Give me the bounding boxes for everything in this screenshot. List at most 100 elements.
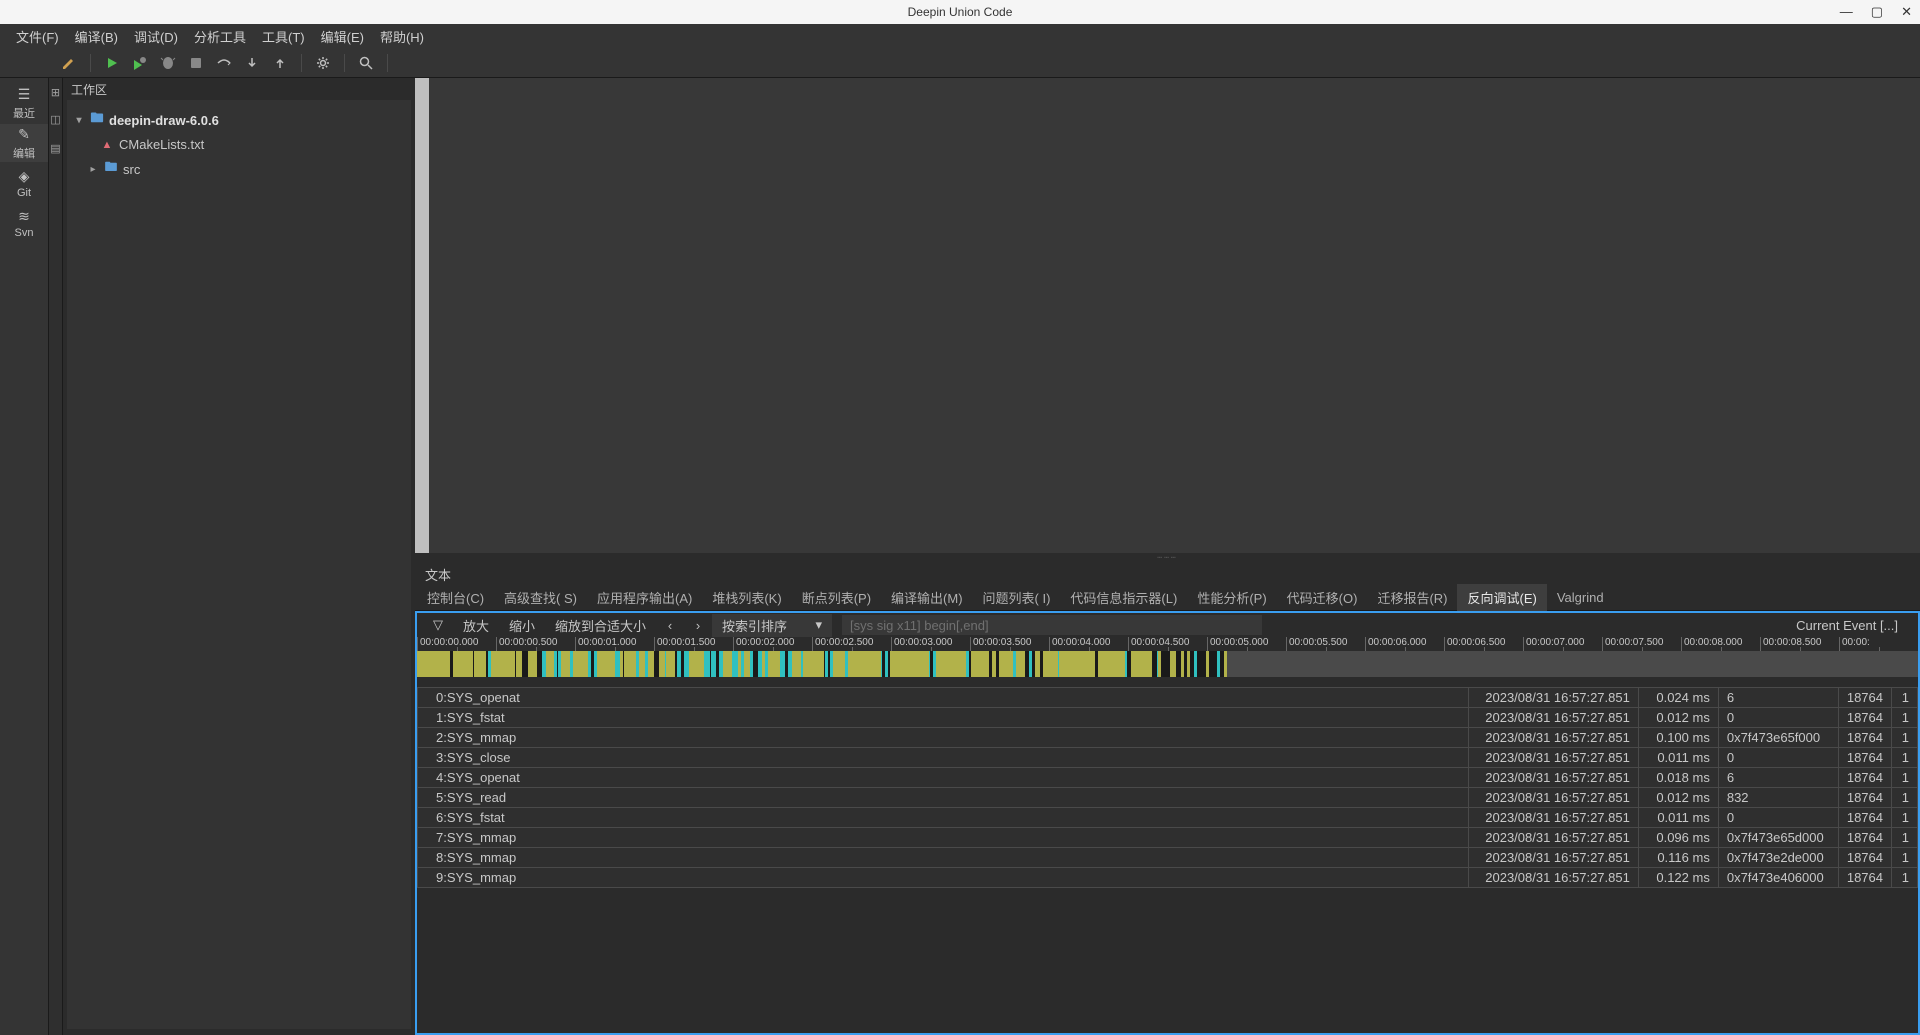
timeline-segment[interactable] — [1197, 651, 1206, 677]
minimize-icon[interactable]: — — [1840, 4, 1853, 20]
table-row[interactable]: 4:SYS_openat 2023/08/31 16:57:27.851 0.0… — [418, 768, 1918, 788]
sidebar2-item[interactable]: ⊞ — [49, 88, 62, 97]
timeline-segment[interactable] — [1098, 651, 1125, 677]
table-row[interactable]: 0:SYS_openat 2023/08/31 16:57:27.851 0.0… — [418, 688, 1918, 708]
timeline-segment[interactable] — [417, 651, 450, 677]
stop-icon[interactable] — [185, 52, 207, 74]
table-row[interactable]: 2:SYS_mmap 2023/08/31 16:57:27.851 0.100… — [418, 728, 1918, 748]
bottom-tab[interactable]: 堆栈列表(K) — [702, 584, 791, 611]
timeline-segment[interactable] — [474, 651, 486, 677]
zoom-in[interactable]: 放大 — [453, 613, 499, 638]
menu-item[interactable]: 编译(B) — [67, 24, 126, 49]
table-row[interactable]: 7:SYS_mmap 2023/08/31 16:57:27.851 0.096… — [418, 828, 1918, 848]
sidebar2-item[interactable]: ◫ — [49, 113, 62, 126]
table-row[interactable]: 6:SYS_fstat 2023/08/31 16:57:27.851 0.01… — [418, 808, 1918, 828]
filter-icon[interactable]: ▽ — [423, 614, 453, 636]
timeline-segment[interactable] — [1131, 651, 1152, 677]
activity-item[interactable]: ≋Svn — [0, 204, 48, 242]
timeline-track[interactable] — [417, 651, 1918, 677]
timeline-ruler[interactable]: 00:00:00.00000:00:00.50000:00:01.00000:0… — [417, 637, 1918, 651]
timeline-segment[interactable] — [1059, 651, 1095, 677]
bottom-tab[interactable]: 代码信息指示器(L) — [1060, 584, 1187, 611]
table-row[interactable]: 8:SYS_mmap 2023/08/31 16:57:27.851 0.116… — [418, 848, 1918, 868]
step-into-icon[interactable] — [241, 52, 263, 74]
menu-item[interactable]: 分析工具 — [186, 24, 254, 49]
sort-dropdown[interactable]: 按索引排序 ▾ — [712, 614, 832, 637]
menu-item[interactable]: 编辑(E) — [313, 24, 372, 49]
menu-item[interactable]: 调试(D) — [126, 24, 186, 49]
timeline-segment[interactable] — [546, 651, 554, 677]
table-row[interactable]: 1:SYS_fstat 2023/08/31 16:57:27.851 0.01… — [418, 708, 1918, 728]
activity-icon: ☰ — [18, 86, 31, 103]
step-over-icon[interactable] — [213, 52, 235, 74]
timeline-segment[interactable] — [689, 651, 704, 677]
zoom-out[interactable]: 缩小 — [499, 613, 545, 638]
menu-item[interactable]: 文件(F) — [8, 24, 67, 49]
timeline-segment[interactable] — [1043, 651, 1058, 677]
editor-main[interactable] — [429, 78, 1920, 553]
debug-icon[interactable] — [129, 52, 151, 74]
bottom-tab[interactable]: 问题列表( I) — [973, 584, 1061, 611]
timeline-segment[interactable] — [833, 651, 845, 677]
activity-item[interactable]: ☰最近 — [0, 84, 48, 122]
timeline-segment[interactable] — [890, 651, 929, 677]
attach-debug-icon[interactable] — [157, 52, 179, 74]
bottom-tab[interactable]: 迁移报告(R) — [1367, 584, 1457, 611]
search-icon[interactable] — [355, 52, 377, 74]
tree-folder[interactable]: ▸ 🖿 src — [67, 155, 411, 183]
search-input[interactable]: [sys sig x11] begin[,end] — [842, 615, 1262, 635]
timeline-segment[interactable] — [624, 651, 636, 677]
chevron-right-icon[interactable]: ▸ — [87, 164, 99, 175]
tree-file[interactable]: ▲ CMakeLists.txt — [67, 134, 411, 155]
timeline-segment[interactable] — [453, 651, 473, 677]
bottom-tab[interactable]: 编译输出(M) — [881, 584, 973, 611]
timeline-segment[interactable] — [666, 651, 675, 677]
run-icon[interactable] — [101, 52, 123, 74]
bottom-tab[interactable]: 代码迁移(O) — [1277, 584, 1368, 611]
edit-icon[interactable] — [58, 52, 80, 74]
menu-item[interactable]: 帮助(H) — [372, 24, 432, 49]
nav-next[interactable]: › — [684, 618, 712, 633]
step-out-icon[interactable] — [269, 52, 291, 74]
sidebar2-item[interactable]: ▤ — [49, 142, 62, 155]
timeline-segment[interactable] — [528, 651, 537, 677]
timeline-segment[interactable] — [768, 651, 780, 677]
bottom-tab[interactable]: 控制台(C) — [417, 584, 494, 611]
bottom-tab[interactable]: 高级查找( S) — [494, 584, 587, 611]
timeline-segment[interactable] — [792, 651, 801, 677]
zoom-fit[interactable]: 缩放到合适大小 — [545, 613, 656, 638]
bottom-tab[interactable]: 应用程序输出(A) — [587, 584, 702, 611]
timeline-segment[interactable] — [723, 651, 732, 677]
table-row[interactable]: 5:SYS_read 2023/08/31 16:57:27.851 0.012… — [418, 788, 1918, 808]
tree-root[interactable]: ▾ 🖿 deepin-draw-6.0.6 — [67, 106, 411, 134]
chevron-down-icon[interactable]: ▾ — [73, 115, 85, 126]
timeline-segment[interactable] — [597, 651, 615, 677]
timeline-segment[interactable] — [971, 651, 989, 677]
close-icon[interactable]: ✕ — [1901, 4, 1912, 20]
timeline-segment[interactable] — [936, 651, 966, 677]
timeline-segment[interactable] — [491, 651, 515, 677]
current-event-label[interactable]: Current Event [...] — [1796, 618, 1912, 633]
timeline-segment[interactable] — [1227, 651, 1737, 677]
table-row[interactable]: 3:SYS_close 2023/08/31 16:57:27.851 0.01… — [418, 748, 1918, 768]
activity-item[interactable]: ◈Git — [0, 164, 48, 202]
bottom-tab[interactable]: 反向调试(E) — [1457, 584, 1546, 611]
settings-icon[interactable] — [312, 52, 334, 74]
maximize-icon[interactable]: ▢ — [1871, 4, 1883, 20]
nav-prev[interactable]: ‹ — [656, 618, 684, 633]
bottom-tab[interactable]: Valgrind — [1547, 586, 1614, 609]
timeline-segment[interactable] — [573, 651, 588, 677]
table-row[interactable]: 9:SYS_mmap 2023/08/31 16:57:27.851 0.122… — [418, 868, 1918, 888]
bottom-tab[interactable]: 断点列表(P) — [792, 584, 881, 611]
timeline-segment[interactable] — [1016, 651, 1025, 677]
timeline-segment[interactable] — [848, 651, 881, 677]
timeline-segment[interactable] — [561, 651, 570, 677]
timeline-segment[interactable] — [1161, 651, 1170, 677]
menu-item[interactable]: 工具(T) — [254, 24, 313, 49]
timeline-segment[interactable] — [1209, 651, 1217, 677]
timeline-segment[interactable] — [999, 651, 1013, 677]
activity-item[interactable]: ✎编辑 — [0, 124, 48, 162]
timeline-segment[interactable] — [803, 651, 824, 677]
bottom-tab[interactable]: 性能分析(P) — [1187, 584, 1276, 611]
splitter[interactable]: ┄┄┄ — [415, 553, 1920, 561]
